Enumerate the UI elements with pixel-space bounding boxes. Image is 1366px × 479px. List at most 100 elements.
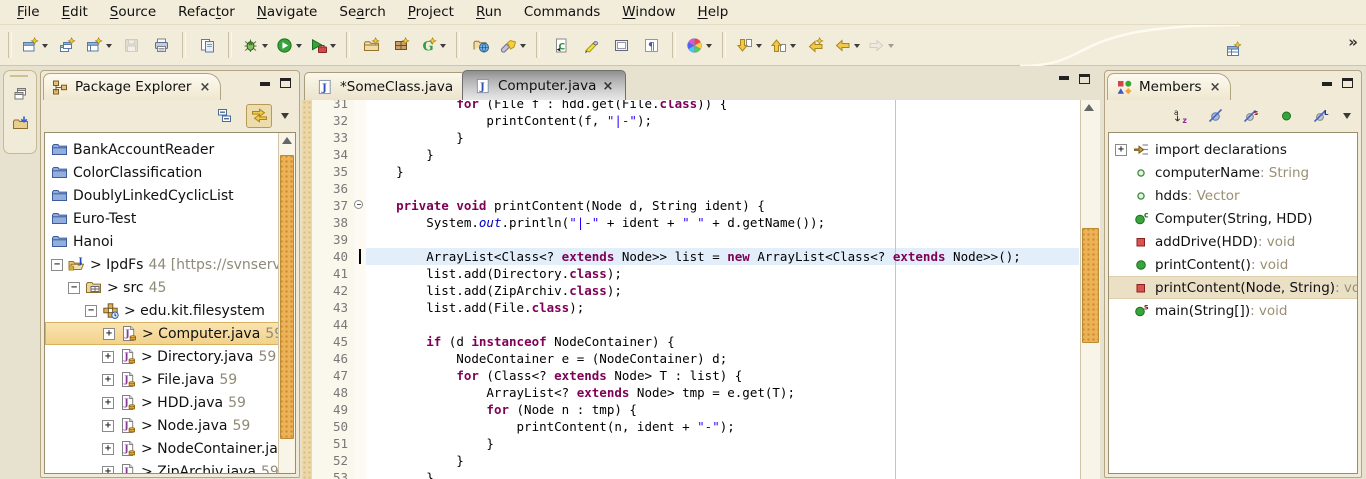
- dropdown-chevron-icon[interactable]: [706, 44, 712, 51]
- maximize-icon[interactable]: [1079, 74, 1090, 84]
- menu-project[interactable]: Project: [397, 1, 465, 23]
- editor-tab--someclass-java[interactable]: J*SomeClass.java: [304, 72, 466, 101]
- tree-item-node-java[interactable]: +J> Node.java59: [45, 414, 279, 437]
- code-line-50[interactable]: 50 printContent(n, ident + "-");: [302, 418, 1081, 435]
- code-line-42[interactable]: 42 list.add(ZipArchiv.class);: [302, 282, 1081, 299]
- menu-file[interactable]: File: [6, 1, 51, 23]
- toolbar-overflow-chevron[interactable]: »: [1348, 33, 1358, 51]
- toolbar-button-prev-annotation[interactable]: [767, 31, 799, 59]
- view-toolbar-button-hide-nonpublic[interactable]: [1273, 104, 1299, 128]
- menu-run[interactable]: Run: [465, 1, 513, 23]
- dropdown-chevron-icon[interactable]: [296, 44, 302, 51]
- expand-toggle-icon[interactable]: +: [103, 328, 115, 340]
- code-line-51[interactable]: 51 }: [302, 435, 1081, 452]
- member-item-main-string-[interactable]: smain(String[]) : void: [1109, 299, 1357, 322]
- view-toolbar-button-sort[interactable]: az: [1168, 104, 1194, 128]
- tree-item-euro-test[interactable]: Euro-Test: [45, 207, 279, 230]
- maximize-icon[interactable]: [1342, 78, 1353, 88]
- member-item-computername[interactable]: computerName : String: [1109, 161, 1357, 184]
- view-toolbar-button-hide-local[interactable]: L: [1308, 104, 1334, 128]
- code-line-36[interactable]: 36: [302, 180, 1081, 197]
- toolbar-button-run-external[interactable]: [307, 31, 339, 59]
- toolbar-button-debug[interactable]: [239, 31, 271, 59]
- expand-toggle-icon[interactable]: +: [102, 397, 114, 409]
- quickdiff-ruler[interactable]: [302, 100, 312, 479]
- expand-toggle-icon[interactable]: +: [102, 374, 114, 386]
- dropdown-chevron-icon[interactable]: [42, 44, 48, 51]
- close-tab-icon[interactable]: ×: [602, 79, 613, 94]
- close-view-icon[interactable]: ×: [1208, 80, 1221, 95]
- code-editor[interactable]: 31 for (File f : hdd.get(File.class)) {3…: [302, 100, 1100, 479]
- expand-toggle-icon[interactable]: +: [1115, 144, 1127, 156]
- view-menu-icon[interactable]: [1343, 113, 1351, 123]
- scroll-up-icon[interactable]: [282, 137, 292, 144]
- code-line-45[interactable]: 45 if (d instanceof NodeContainer) {: [302, 333, 1081, 350]
- dropdown-chevron-icon[interactable]: [440, 44, 446, 51]
- view-menu-icon[interactable]: [281, 113, 289, 123]
- code-line-48[interactable]: 48 ArrayList<? extends Node> tmp = e.get…: [302, 384, 1081, 401]
- code-line-39[interactable]: 39: [302, 231, 1081, 248]
- code-line-37[interactable]: 37 private void printContent(Node d, Str…: [302, 197, 1081, 214]
- dropdown-chevron-icon[interactable]: [854, 44, 860, 51]
- fold-collapse-icon[interactable]: [354, 200, 363, 209]
- package-explorer-scrollbar[interactable]: [278, 133, 295, 473]
- tree-item-ipdfs[interactable]: −J> IpdFs44 [https://svnserver.i: [45, 253, 279, 276]
- close-view-icon[interactable]: ×: [197, 80, 210, 95]
- dropdown-chevron-icon[interactable]: [756, 44, 762, 51]
- toolbar-button-copy-view[interactable]: [193, 31, 221, 59]
- tree-item-ziparchiv-java[interactable]: +J> ZipArchiv.java59: [45, 460, 279, 474]
- fastview-button-restore-views[interactable]: [10, 83, 30, 103]
- menu-help[interactable]: Help: [687, 1, 740, 23]
- code-line-44[interactable]: 44: [302, 316, 1081, 333]
- toolbar-button-new-fastview[interactable]: [1219, 35, 1247, 63]
- member-item-computer-string-hdd-[interactable]: cComputer(String, HDD): [1109, 207, 1357, 230]
- toolbar-button-new-file-wizard[interactable]: [53, 31, 81, 59]
- code-line-32[interactable]: 32 printContent(f, "|-");: [302, 112, 1081, 129]
- expand-toggle-icon[interactable]: +: [102, 466, 114, 475]
- scrollbar-thumb[interactable]: [1082, 228, 1099, 343]
- code-line-43[interactable]: 43 list.add(File.class);: [302, 299, 1081, 316]
- toolbar-button-new-view-wizard[interactable]: [83, 31, 115, 59]
- tree-item-colorclassification[interactable]: ColorClassification: [45, 161, 279, 184]
- toolbar-button-show-whitespace[interactable]: ¶: [637, 31, 665, 59]
- collapse-toggle-icon[interactable]: −: [85, 305, 97, 317]
- tree-item-file-java[interactable]: +J> File.java59: [45, 368, 279, 391]
- member-item-adddrive-hdd-[interactable]: addDrive(HDD) : void: [1109, 230, 1357, 253]
- member-item-printcontent-node-string-[interactable]: printContent(Node, String) : void: [1109, 276, 1357, 299]
- maximize-icon[interactable]: [280, 78, 291, 88]
- toolbar-button-run[interactable]: [273, 31, 305, 59]
- code-line-40[interactable]: 40 ArrayList<Class<? extends Node>> list…: [302, 248, 1081, 265]
- minimize-icon[interactable]: [1322, 82, 1332, 86]
- toolbar-button-next-annotation[interactable]: [733, 31, 765, 59]
- toolbar-button-search[interactable]: [497, 31, 529, 59]
- toolbar-button-new-folder-wizard[interactable]: [357, 31, 385, 59]
- code-line-34[interactable]: 34 }: [302, 146, 1081, 163]
- code-line-35[interactable]: 35 }: [302, 163, 1081, 180]
- menu-edit[interactable]: Edit: [51, 1, 99, 23]
- code-line-41[interactable]: 41 list.add(Directory.class);: [302, 265, 1081, 282]
- expand-toggle-icon[interactable]: +: [102, 420, 114, 432]
- toolbar-button-new-class-wizard[interactable]: G: [417, 31, 449, 59]
- code-line-38[interactable]: 38 System.out.println("|-" + ident + " "…: [302, 214, 1081, 231]
- toolbar-button-print[interactable]: [147, 31, 175, 59]
- tree-item-edu-kit-filesystem[interactable]: −> edu.kit.filesystem: [45, 299, 279, 322]
- code-line-49[interactable]: 49 for (Node n : tmp) {: [302, 401, 1081, 418]
- dropdown-chevron-icon[interactable]: [262, 44, 268, 51]
- code-line-33[interactable]: 33 }: [302, 129, 1081, 146]
- toolbar-button-new-package-wizard[interactable]: [387, 31, 415, 59]
- toolbar-button-show-selected-element[interactable]: [607, 31, 635, 59]
- menu-window[interactable]: Window: [611, 1, 686, 23]
- fastbar-handle[interactable]: [10, 75, 28, 77]
- expand-toggle-icon[interactable]: +: [102, 443, 114, 455]
- tree-item-computer-java[interactable]: +J> Computer.java59: [45, 322, 279, 345]
- view-toolbar-button-link-editor[interactable]: [246, 104, 272, 128]
- menu-refactor[interactable]: Refactor: [167, 1, 246, 23]
- collapse-toggle-icon[interactable]: −: [68, 282, 80, 294]
- tree-item-hdd-java[interactable]: +J> HDD.java59: [45, 391, 279, 414]
- member-item-hdds[interactable]: hdds : Vector: [1109, 184, 1357, 207]
- scroll-up-icon[interactable]: [1084, 104, 1094, 111]
- menu-source[interactable]: Source: [99, 1, 167, 23]
- toolbar-button-back[interactable]: [831, 31, 863, 59]
- scrollbar-thumb[interactable]: [280, 155, 294, 439]
- menu-search[interactable]: Search: [328, 1, 396, 23]
